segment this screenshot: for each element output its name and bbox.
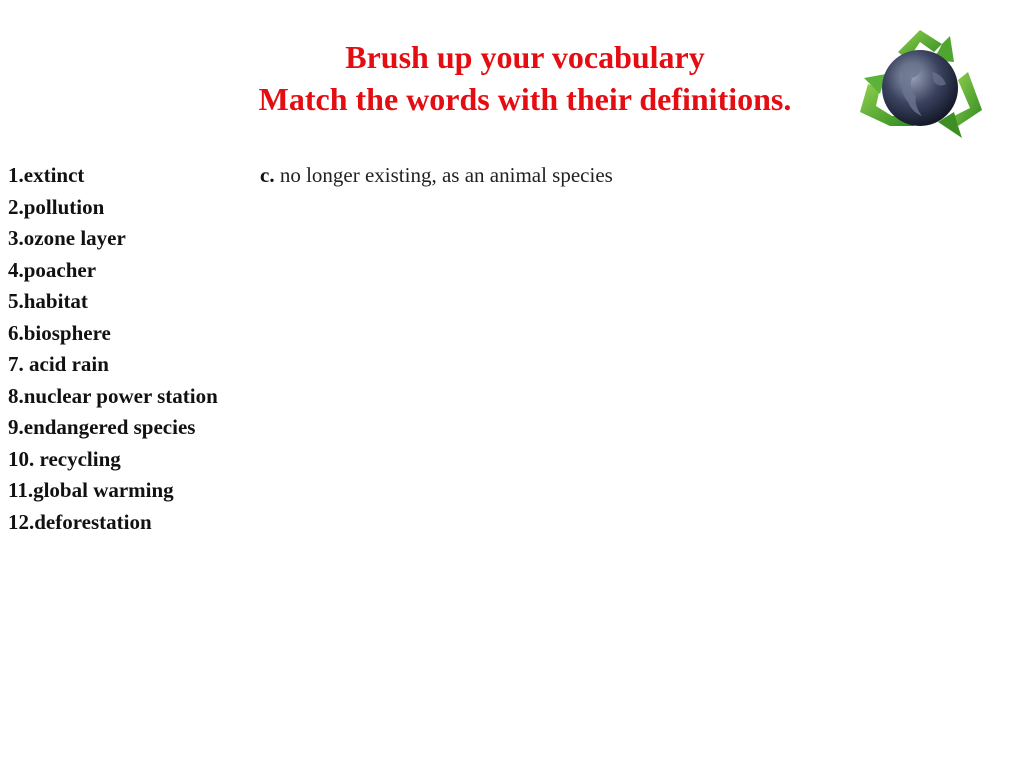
word-item: 11.global warming bbox=[8, 478, 174, 502]
word-item: 7. acid rain bbox=[8, 352, 109, 376]
word-item: 1.extinct bbox=[8, 163, 85, 187]
word-item: 3.ozone layer bbox=[8, 226, 126, 250]
definition-letter: c. bbox=[260, 163, 275, 187]
page-subtitle: Match the words with their definitions. bbox=[258, 81, 792, 117]
definition-item: c. no longer existing, as an animal spec… bbox=[260, 160, 613, 192]
recycling-globe-icon bbox=[850, 22, 990, 147]
word-item: 2.pollution bbox=[8, 194, 105, 219]
word-item: 6.biosphere bbox=[8, 320, 111, 345]
word-item: 10. recycling bbox=[8, 446, 121, 471]
word-item: 12.deforestation bbox=[8, 509, 152, 534]
vocabulary-word-list: 1.extinct 2.pollution 3.ozone layer 4.po… bbox=[8, 160, 218, 538]
word-item: 8.nuclear power station bbox=[8, 383, 218, 408]
definition-text: no longer existing, as an animal species bbox=[274, 163, 613, 187]
page-title: Brush up your vocabulary bbox=[345, 39, 705, 75]
word-item: 5.habitat bbox=[8, 289, 88, 313]
word-item: 9.endangered species bbox=[8, 415, 196, 439]
word-item: 4.poacher bbox=[8, 257, 97, 282]
